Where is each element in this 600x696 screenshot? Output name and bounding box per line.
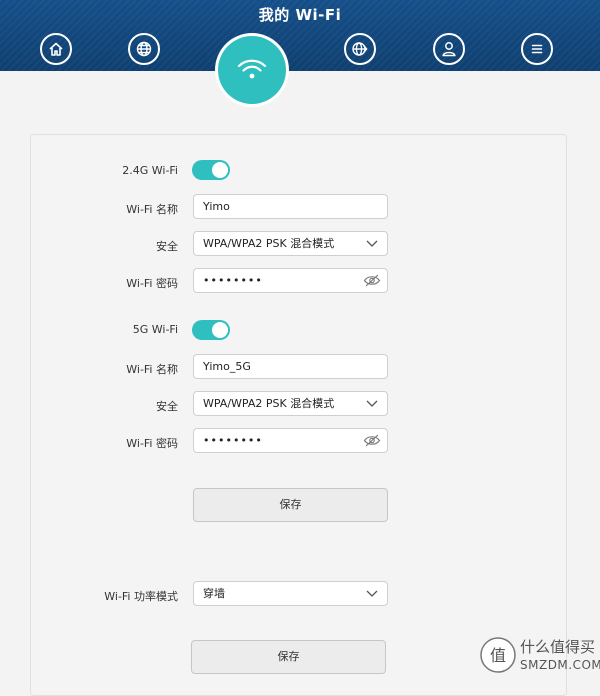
network-globe-icon[interactable] xyxy=(344,33,376,65)
eye-hidden-icon[interactable] xyxy=(363,434,381,447)
user-icon[interactable] xyxy=(433,33,465,65)
wifi24-password-input[interactable]: •••••••• xyxy=(193,268,388,293)
power-mode-select[interactable]: 穿墙 xyxy=(193,581,388,606)
home-icon[interactable] xyxy=(40,33,72,65)
chevron-down-icon xyxy=(366,590,378,597)
wifi5-security-value: WPA/WPA2 PSK 混合模式 xyxy=(203,397,335,410)
toggle-knob xyxy=(212,322,228,338)
wifi-icon xyxy=(218,36,286,104)
menu-icon[interactable] xyxy=(521,33,553,65)
wifi5-password-label: Wi-Fi 密码 xyxy=(126,437,178,450)
wifi24-toggle-label: 2.4G Wi-Fi xyxy=(122,164,178,177)
wifi24-security-value: WPA/WPA2 PSK 混合模式 xyxy=(203,237,335,250)
wifi24-security-label: 安全 xyxy=(156,240,178,253)
wifi24-name-input[interactable]: Yimo xyxy=(193,194,388,219)
wifi5-toggle-label: 5G Wi-Fi xyxy=(132,323,178,336)
chevron-down-icon xyxy=(366,240,378,247)
power-mode-value: 穿墙 xyxy=(203,587,225,600)
globe-icon[interactable] xyxy=(128,33,160,65)
wifi5-name-label: Wi-Fi 名称 xyxy=(126,363,178,376)
wifi-tab-active[interactable] xyxy=(215,33,289,107)
eye-hidden-icon[interactable] xyxy=(363,274,381,287)
wifi5-security-label: 安全 xyxy=(156,400,178,413)
wifi5-password-input[interactable]: •••••••• xyxy=(193,428,388,453)
wifi24-security-select[interactable]: WPA/WPA2 PSK 混合模式 xyxy=(193,231,388,256)
wifi5-toggle[interactable] xyxy=(192,320,230,340)
page-title: 我的 Wi-Fi xyxy=(258,6,342,24)
save-button[interactable]: 保存 xyxy=(193,488,388,522)
wifi24-password-label: Wi-Fi 密码 xyxy=(126,277,178,290)
wifi24-name-value: Yimo xyxy=(203,200,230,213)
watermark-text: 什么值得买 xyxy=(520,638,596,656)
save-button-power[interactable]: 保存 xyxy=(191,640,386,674)
power-mode-label: Wi-Fi 功率模式 xyxy=(104,590,178,603)
wifi24-password-value: •••••••• xyxy=(203,274,263,287)
wifi5-name-value: Yimo_5G xyxy=(203,360,251,373)
wifi5-name-input[interactable]: Yimo_5G xyxy=(193,354,388,379)
top-bar: 我的 Wi-Fi xyxy=(0,0,600,71)
svg-text:值: 值 xyxy=(490,646,506,665)
watermark-domain: SMZDM.COM xyxy=(520,658,600,672)
toggle-knob xyxy=(212,162,228,178)
wifi24-name-label: Wi-Fi 名称 xyxy=(126,203,178,216)
wifi5-security-select[interactable]: WPA/WPA2 PSK 混合模式 xyxy=(193,391,388,416)
wifi5-password-value: •••••••• xyxy=(203,434,263,447)
wifi24-toggle[interactable] xyxy=(192,160,230,180)
chevron-down-icon xyxy=(366,400,378,407)
